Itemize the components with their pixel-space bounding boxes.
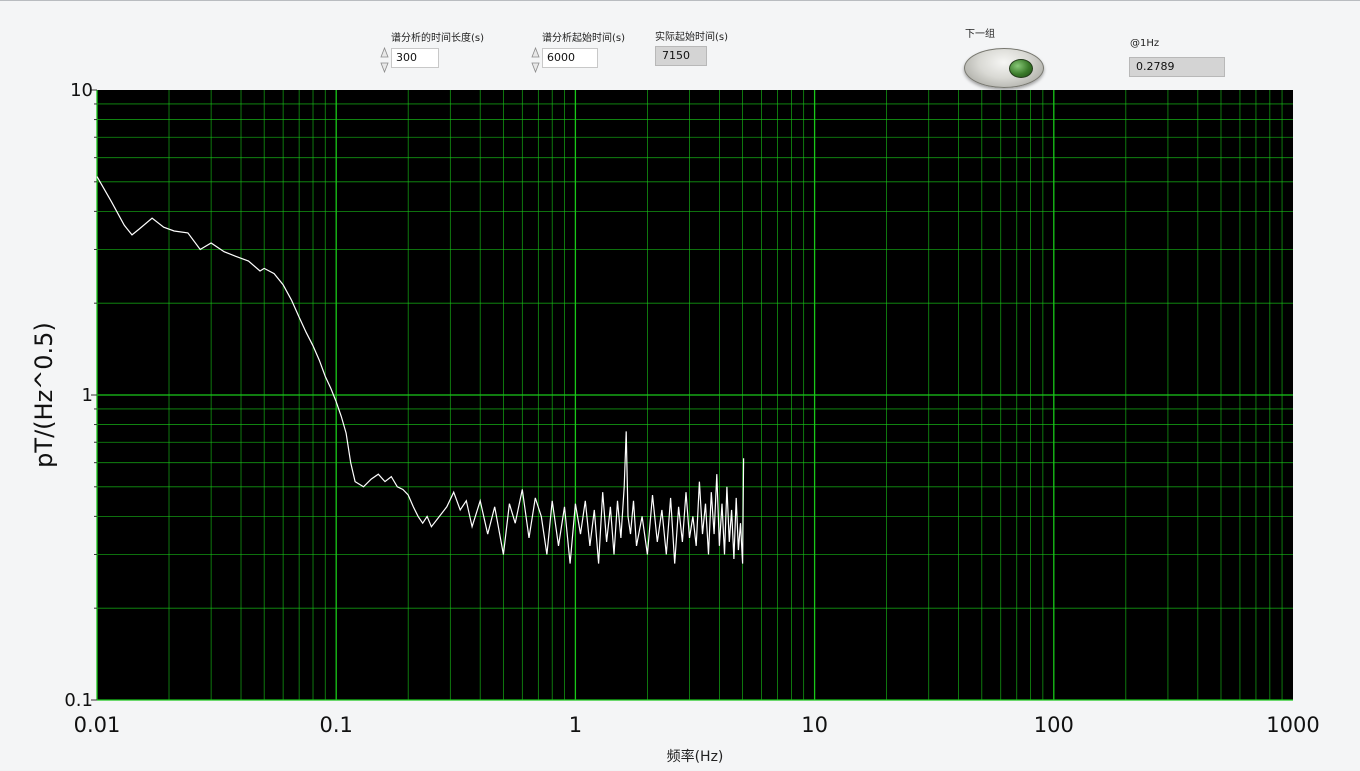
x-axis-label: 频率(Hz) <box>667 748 724 765</box>
y-tick-label: 1 <box>82 385 93 406</box>
spectrum-chart: 0.01 0.1 1 10 100 10000.1110 频率(Hz) pT/(Hz^0.… <box>30 80 1320 765</box>
x-tick-label: 100 <box>1034 713 1074 737</box>
x-tick-label: 1 <box>569 713 582 737</box>
x-tick-label: 1000 <box>1266 713 1319 737</box>
x-tick-label: 0.1 <box>319 713 352 737</box>
y-tick-label: 0.1 <box>64 690 93 711</box>
x-tick-label: 10 <box>801 713 828 737</box>
grid <box>91 89 1293 701</box>
x-tick-label: 0.01 <box>74 713 121 737</box>
y-axis-label: pT/(Hz^0.5) <box>30 322 58 468</box>
front-panel: 谱分析的时间长度(s) 300 谱分析起始时间(s) 6000 实际起始时间(s… <box>0 0 1360 770</box>
y-tick-label: 10 <box>70 80 93 101</box>
